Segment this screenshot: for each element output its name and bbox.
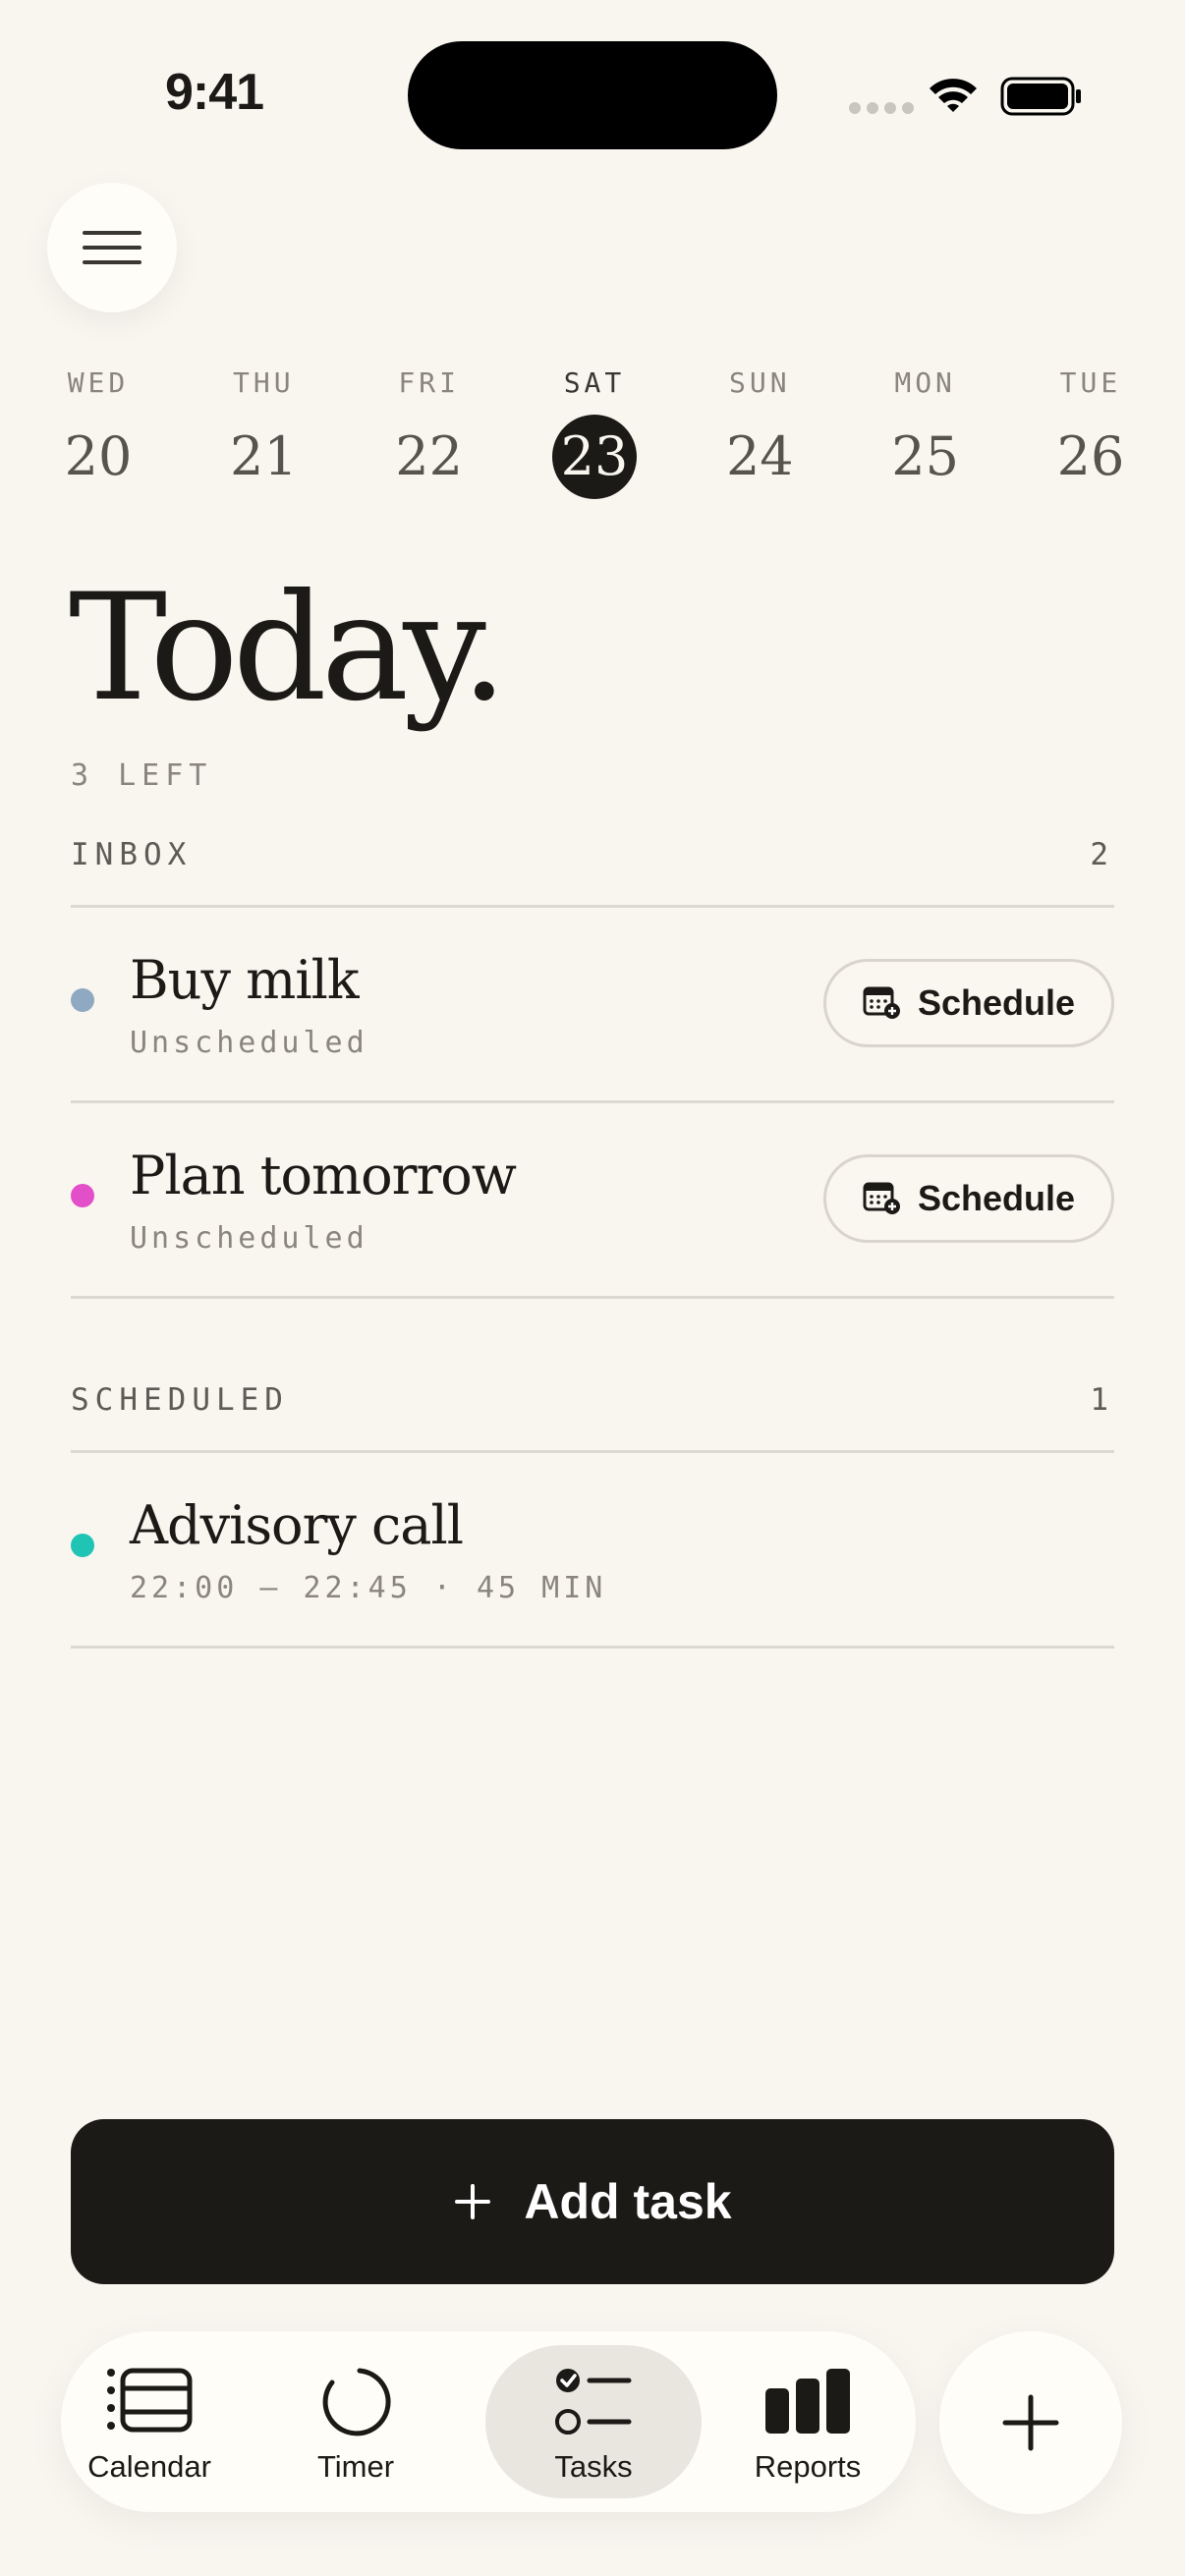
- task-name: Buy milk: [130, 949, 360, 1011]
- day-number: 23: [551, 415, 637, 499]
- task-color-dot: [71, 1184, 94, 1207]
- bar-chart-icon: [765, 2369, 850, 2434]
- divider: [71, 1646, 1114, 1649]
- cellular-signal-icon: [849, 102, 914, 114]
- inbox-section-header: INBOX 2: [71, 837, 1114, 872]
- tab-label: Calendar: [87, 2449, 211, 2484]
- day-wed[interactable]: WED 20: [29, 365, 167, 499]
- day-name: FRI: [398, 366, 460, 399]
- day-name: SUN: [729, 366, 791, 399]
- day-sat[interactable]: SAT 23: [526, 365, 663, 499]
- day-name: WED: [67, 366, 130, 399]
- task-name: Plan tomorrow: [130, 1145, 517, 1206]
- tasks-checklist-icon: [555, 2369, 632, 2435]
- day-name: SAT: [563, 366, 626, 399]
- day-number: 22: [395, 425, 464, 487]
- task-row-advisory-call[interactable]: Advisory call 22:00 — 22:45 · 45 MIN: [71, 1453, 1114, 1648]
- add-task-button[interactable]: Add task: [71, 2119, 1114, 2284]
- schedule-button-label: Schedule: [917, 982, 1076, 1023]
- divider: [71, 1296, 1114, 1299]
- day-thu[interactable]: THU 21: [195, 365, 332, 499]
- tab-calendar[interactable]: Calendar: [71, 2345, 228, 2498]
- menu-button[interactable]: [47, 183, 177, 312]
- task-row-plan-tomorrow[interactable]: Plan tomorrow Unscheduled Schedule: [71, 1103, 1114, 1298]
- hamburger-icon: [83, 231, 141, 264]
- day-number: 26: [1056, 425, 1125, 487]
- day-name: MON: [894, 366, 956, 399]
- day-number: 21: [229, 425, 298, 487]
- calendar-add-icon: [863, 986, 900, 1019]
- status-time: 9:41: [165, 64, 264, 121]
- task-color-dot: [71, 988, 94, 1012]
- inbox-count: 2: [1090, 837, 1114, 872]
- day-mon[interactable]: MON 25: [857, 365, 994, 499]
- tasks-left-count: 3 LEFT: [71, 758, 213, 793]
- add-task-label: Add task: [524, 2174, 732, 2229]
- task-row-buy-milk[interactable]: Buy milk Unscheduled Schedule: [71, 908, 1114, 1102]
- schedule-button-label: Schedule: [917, 1178, 1076, 1218]
- dynamic-island: [408, 41, 777, 149]
- day-name: TUE: [1059, 366, 1122, 399]
- day-sun[interactable]: SUN 24: [691, 365, 828, 499]
- day-number: 25: [891, 425, 959, 487]
- task-time-range: 22:00 — 22:45 · 45 MIN: [130, 1571, 607, 1605]
- calendar-list-icon: [107, 2368, 193, 2433]
- task-subtitle: Unscheduled: [130, 1221, 368, 1256]
- schedule-button[interactable]: Schedule: [823, 959, 1114, 1047]
- scheduled-count: 1: [1090, 1382, 1114, 1418]
- new-item-fab[interactable]: [939, 2331, 1122, 2514]
- timer-ring-icon: [322, 2368, 391, 2436]
- day-number: 20: [64, 425, 133, 487]
- wifi-icon: [930, 79, 977, 112]
- tab-timer[interactable]: Timer: [297, 2345, 415, 2498]
- task-color-dot: [71, 1534, 94, 1557]
- task-name: Advisory call: [130, 1494, 464, 1556]
- scheduled-section-header: SCHEDULED 1: [71, 1382, 1114, 1418]
- day-name: THU: [233, 366, 295, 399]
- tab-label: Reports: [754, 2449, 862, 2484]
- week-strip: WED 20 THU 21 FRI 22 SAT 23 SUN 24 MON 2…: [29, 365, 1159, 499]
- inbox-label: INBOX: [71, 837, 193, 872]
- page-title: Today.: [69, 563, 508, 734]
- plus-icon: [455, 2184, 491, 2219]
- calendar-add-icon: [863, 1182, 900, 1214]
- tab-tasks[interactable]: Tasks: [485, 2345, 702, 2498]
- tab-label: Tasks: [554, 2449, 633, 2484]
- scheduled-label: SCHEDULED: [71, 1382, 289, 1418]
- day-tue[interactable]: TUE 26: [1022, 365, 1159, 499]
- day-number: 24: [725, 425, 794, 487]
- plus-icon: [1002, 2394, 1059, 2451]
- tab-label: Timer: [316, 2449, 395, 2484]
- tab-bar: Calendar Timer Tasks Reports: [61, 2331, 916, 2512]
- schedule-button[interactable]: Schedule: [823, 1154, 1114, 1243]
- tab-reports[interactable]: Reports: [729, 2345, 886, 2498]
- task-subtitle: Unscheduled: [130, 1026, 368, 1060]
- battery-icon: [1000, 77, 1081, 116]
- day-fri[interactable]: FRI 22: [361, 365, 498, 499]
